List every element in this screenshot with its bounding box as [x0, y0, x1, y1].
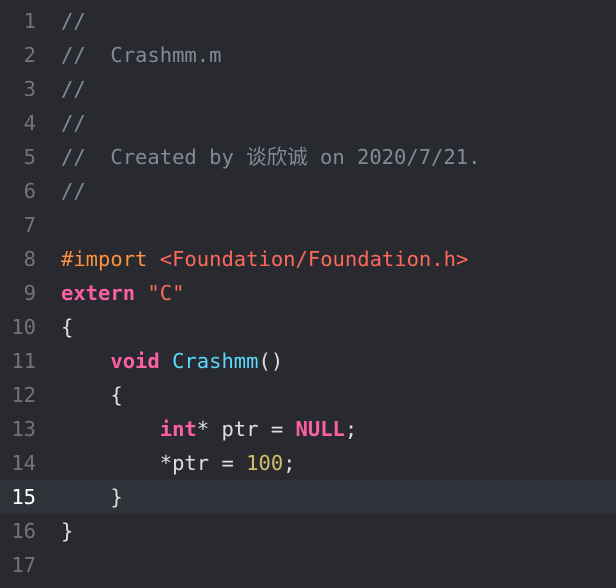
- code-token-string: <Foundation/Foundation.h>: [159, 247, 469, 271]
- code-line[interactable]: 3 //: [0, 72, 616, 106]
- code-line[interactable]: 6 //: [0, 174, 616, 208]
- code-token-keyword: extern: [61, 281, 136, 305]
- code-line[interactable]: 14 *ptr = 100;: [0, 446, 616, 480]
- code-token-keyword: NULL: [295, 417, 345, 441]
- line-number: 12: [11, 383, 36, 407]
- line-number: 11: [11, 349, 36, 373]
- line-code[interactable]: extern "C": [61, 276, 184, 310]
- code-line[interactable]: 7: [0, 208, 616, 242]
- line-number: 9: [23, 281, 36, 305]
- code-line[interactable]: 13 int* ptr = NULL;: [0, 412, 616, 446]
- line-number: 17: [11, 553, 36, 577]
- code-token-plain: }: [61, 485, 123, 509]
- code-line[interactable]: 4 //: [0, 106, 616, 140]
- code-line[interactable]: 9 extern "C": [0, 276, 616, 310]
- line-number: 14: [11, 451, 36, 475]
- line-code[interactable]: // Created by 谈欣诚 on 2020/7/21.: [61, 140, 480, 174]
- line-number: 4: [23, 111, 36, 135]
- code-token-keyword: int: [159, 417, 197, 441]
- line-number: 1: [23, 9, 36, 33]
- code-token-plain: (): [258, 349, 284, 373]
- line-code[interactable]: //: [61, 174, 86, 208]
- line-number: 3: [23, 77, 36, 101]
- code-line[interactable]: 5 // Created by 谈欣诚 on 2020/7/21.: [0, 140, 616, 174]
- code-token-comment: //: [61, 179, 86, 203]
- code-line[interactable]: 15 }: [0, 480, 616, 514]
- code-line[interactable]: 12 {: [0, 378, 616, 412]
- line-code[interactable]: int* ptr = NULL;: [61, 412, 358, 446]
- line-code[interactable]: // Crashmm.m: [61, 38, 221, 72]
- line-number: 8: [23, 247, 36, 271]
- line-number: 15: [11, 485, 36, 509]
- line-code[interactable]: #import <Foundation/Foundation.h>: [61, 242, 468, 276]
- code-token-comment: //: [61, 111, 86, 135]
- code-line[interactable]: 11 void Crashmm(): [0, 344, 616, 378]
- code-token-plain: }: [61, 519, 74, 543]
- code-token-plain: ;: [283, 451, 296, 475]
- line-code[interactable]: }: [61, 514, 73, 548]
- code-token-plain: ;: [344, 417, 358, 441]
- line-number: 5: [23, 145, 36, 169]
- line-code[interactable]: //: [61, 106, 86, 140]
- code-token-keyword: void: [110, 349, 160, 373]
- code-line[interactable]: 10 {: [0, 310, 616, 344]
- line-number: 7: [23, 213, 36, 237]
- line-number: 13: [11, 417, 36, 441]
- code-line[interactable]: 8 #import <Foundation/Foundation.h>: [0, 242, 616, 276]
- code-token-string: "C": [147, 281, 185, 305]
- line-code[interactable]: //: [61, 4, 86, 38]
- line-number: 10: [11, 315, 36, 339]
- code-token-plain: *ptr =: [61, 451, 247, 475]
- line-code[interactable]: {: [61, 378, 123, 412]
- line-code[interactable]: //: [61, 72, 86, 106]
- code-token-plain: {: [61, 315, 74, 339]
- line-code[interactable]: void Crashmm(): [61, 344, 283, 378]
- code-line[interactable]: 1 //: [0, 4, 616, 38]
- code-token-funcdecl: Crashmm: [172, 349, 259, 373]
- line-code[interactable]: {: [61, 310, 73, 344]
- code-token-number: 100: [246, 451, 284, 475]
- line-number: 6: [23, 179, 36, 203]
- line-number: 16: [11, 519, 36, 543]
- code-line[interactable]: 16}: [0, 514, 616, 548]
- line-code[interactable]: }: [61, 480, 123, 514]
- code-token-comment: // Created by 谈欣诚 on 2020/7/21.: [61, 145, 481, 169]
- code-line[interactable]: 17: [0, 548, 616, 582]
- code-line[interactable]: 2 // Crashmm.m: [0, 38, 616, 72]
- line-code[interactable]: *ptr = 100;: [61, 446, 296, 480]
- code-token-comment: // Crashmm.m: [61, 43, 222, 67]
- code-token-comment: //: [61, 77, 86, 101]
- code-token-plain: * ptr =: [196, 417, 296, 441]
- code-token-plain: {: [61, 383, 123, 407]
- code-token-comment: //: [61, 9, 86, 33]
- line-number: 2: [23, 43, 36, 67]
- code-editor[interactable]: 1 // 2 // Crashmm.m 3 // 4 // 5 // Created by 谈欣诚…: [0, 0, 616, 588]
- code-token-directive: #import: [61, 247, 148, 271]
